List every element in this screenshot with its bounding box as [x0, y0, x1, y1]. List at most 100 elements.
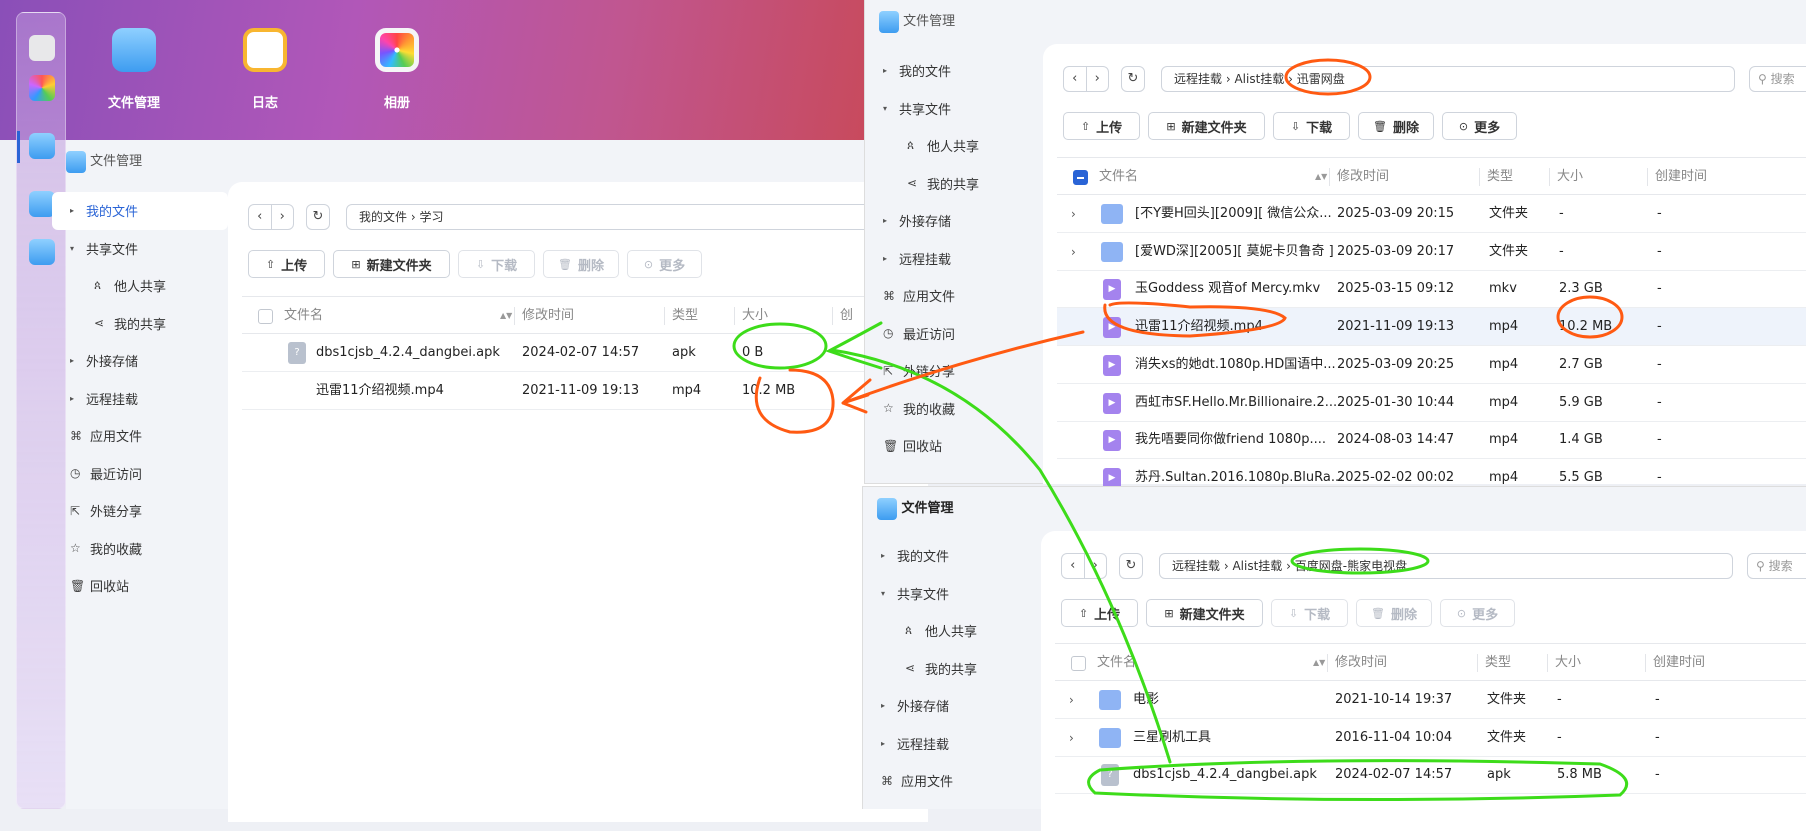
file-name[interactable]: 西虹市SF.Hello.Mr.Billionaire.2... [1135, 384, 1337, 422]
breadcrumb-item[interactable]: Alist挂载 [1234, 72, 1284, 86]
table-row[interactable]: ▶ 我先唔要同你做friend 1080p.... 2024-08-03 14:47… [1057, 421, 1806, 460]
column-modified[interactable]: 修改时间 [522, 297, 574, 335]
table-row[interactable]: ▶ 玉Goddess 观音of Mercy.mkv 2025-03-15 09:12… [1057, 270, 1806, 309]
breadcrumb-item[interactable]: 百度网盘-熊家电视盘 [1295, 559, 1407, 573]
download-button[interactable]: ⇩ 下载 [1273, 112, 1350, 140]
file-name[interactable]: 迅雷11介绍视频.mp4 [316, 372, 444, 410]
column-type[interactable]: 类型 [1487, 158, 1513, 196]
file-name[interactable]: 电影 [1133, 681, 1159, 719]
launcher-icon[interactable] [29, 75, 55, 101]
sidebar-item-shared[interactable]: ▾ 共享文件 [52, 230, 228, 268]
breadcrumb[interactable]: 远程挂载 › Alist挂载 › 迅雷网盘 [1161, 66, 1735, 92]
column-size[interactable]: 大小 [1557, 158, 1583, 196]
column-type[interactable]: 类型 [672, 297, 698, 335]
sidebar-item-others-shared[interactable]: ጰ 他人共享 [863, 612, 1033, 650]
expand-chevron-icon[interactable]: › [1069, 681, 1074, 719]
column-size[interactable]: 大小 [742, 297, 768, 335]
breadcrumb[interactable]: 远程挂载 › Alist挂载 › 百度网盘-熊家电视盘 [1159, 553, 1733, 579]
sidebar-item-my-shares[interactable]: ⋖ 我的共享 [865, 165, 1035, 203]
column-type[interactable]: 类型 [1485, 644, 1511, 682]
sidebar-item-external[interactable]: ▸ 外接存储 [863, 687, 1033, 725]
upload-button[interactable]: ⇧ 上传 [248, 250, 325, 278]
table-row[interactable]: › [不Y要H回头][2009][ 微信公众... 2025-03-09 20:15… [1057, 195, 1806, 233]
table-row[interactable]: ▶ 迅雷11介绍视频.mp4 2021-11-09 19:13 mp4 10.2 MB - [1057, 308, 1806, 347]
table-row[interactable]: ? dbs1cjsb_4.2.4_dangbei.apk 2024-02-07 … [242, 334, 928, 372]
sidebar-item-remote[interactable]: ▸ 远程挂载 [865, 240, 1035, 278]
sidebar-item-my-files[interactable]: ▸ 我的文件 [863, 537, 1033, 575]
sidebar-item-app-files[interactable]: ⌘ 应用文件 [863, 762, 1033, 800]
sidebar-item-shared[interactable]: ▾ 共享文件 [863, 575, 1033, 613]
upload-button[interactable]: ⇧ 上传 [1063, 112, 1140, 140]
refresh-button[interactable]: ↻ [1119, 553, 1143, 579]
breadcrumb-item[interactable]: 迅雷网盘 [1297, 72, 1345, 86]
sidebar-item-recent[interactable]: ◷ 最近访问 [52, 455, 228, 493]
back-button[interactable]: ‹ [1064, 67, 1086, 91]
sidebar-item-my-shares[interactable]: ⋖ 我的共享 [52, 305, 228, 343]
forward-button[interactable]: › [270, 205, 294, 229]
breadcrumb-item[interactable]: 我的文件 [359, 210, 407, 224]
sidebar-item-remote[interactable]: ▸ 远程挂载 [52, 380, 228, 418]
download-button[interactable]: ⇩ 下载 [1271, 599, 1348, 627]
more-button[interactable]: ⊙ 更多 [1442, 112, 1517, 140]
back-button[interactable]: ‹ [249, 205, 271, 229]
sort-icon[interactable]: ▲▼ [1315, 158, 1327, 196]
select-all-checkbox[interactable] [258, 309, 273, 324]
sidebar-item-others-shared[interactable]: ጰ 他人共享 [52, 267, 228, 305]
sidebar-item-external[interactable]: ▸ 外接存储 [52, 342, 228, 380]
app-label[interactable]: 文件管理 [89, 92, 179, 111]
sidebar-item-favorites[interactable]: ☆ 我的收藏 [52, 530, 228, 568]
new-folder-button[interactable]: ⊞ 新建文件夹 [333, 250, 450, 278]
sidebar-item-remote[interactable]: ▸ 远程挂载 [863, 725, 1033, 763]
breadcrumb-item[interactable]: 学习 [419, 210, 443, 224]
new-folder-button[interactable]: ⊞ 新建文件夹 [1146, 599, 1263, 627]
file-name[interactable]: dbs1cjsb_4.2.4_dangbei.apk [1133, 756, 1317, 794]
more-button[interactable]: ⊙ 更多 [627, 250, 702, 278]
delete-button[interactable]: 🗑 删除 [543, 250, 619, 278]
more-button[interactable]: ⊙ 更多 [1440, 599, 1515, 627]
sidebar-item-shared[interactable]: ▾ 共享文件 [865, 90, 1035, 128]
sidebar-item-others-shared[interactable]: ጰ 他人共享 [865, 127, 1035, 165]
sort-icon[interactable]: ▲▼ [500, 297, 512, 335]
notes-icon[interactable] [243, 28, 287, 72]
table-row[interactable]: › 三星刷机工具 2016-11-04 10:04 文件夹 - - [1055, 719, 1806, 757]
file-name[interactable]: 迅雷11介绍视频.mp4 [1135, 308, 1263, 346]
sort-icon[interactable]: ▲▼ [1313, 644, 1325, 682]
refresh-button[interactable]: ↻ [306, 204, 330, 230]
search-input[interactable]: ⚲ 搜索 [1749, 66, 1806, 92]
table-row[interactable]: ▶ 西虹市SF.Hello.Mr.Billionaire.2... 2025-01-… [1057, 384, 1806, 422]
file-name[interactable]: dbs1cjsb_4.2.4_dangbei.apk [316, 334, 500, 372]
file-manager-task-icon[interactable] [29, 133, 55, 159]
table-row[interactable]: ▶ 消失xs的她dt.1080p.HD国语中... 2025-03-09 20:25… [1057, 346, 1806, 384]
breadcrumb-item[interactable]: 远程挂载 [1174, 72, 1222, 86]
download-button[interactable]: ⇩ 下载 [458, 250, 535, 278]
column-size[interactable]: 大小 [1555, 644, 1581, 682]
forward-button[interactable]: › [1085, 67, 1109, 91]
app-label[interactable]: 日志 [220, 92, 310, 111]
expand-chevron-icon[interactable]: › [1071, 233, 1076, 271]
column-modified[interactable]: 修改时间 [1337, 158, 1389, 196]
breadcrumb[interactable]: 我的文件 › 学习 [346, 204, 946, 230]
file-name[interactable]: [不Y要H回头][2009][ 微信公众... [1135, 195, 1332, 233]
breadcrumb-item[interactable]: Alist挂载 [1232, 559, 1282, 573]
sidebar-item-my-files[interactable]: ▸ 我的文件 [52, 192, 228, 230]
sidebar-item-app-files[interactable]: ⌘ 应用文件 [52, 417, 228, 455]
table-row[interactable]: › 电影 2021-10-14 19:37 文件夹 - - [1055, 681, 1806, 719]
select-all-checkbox[interactable] [1073, 170, 1088, 185]
upload-button[interactable]: ⇧ 上传 [1061, 599, 1138, 627]
sidebar-item-external[interactable]: ▸ 外接存储 [865, 202, 1035, 240]
column-created[interactable]: 创建时间 [1655, 158, 1707, 196]
breadcrumb-item[interactable]: 远程挂载 [1172, 559, 1220, 573]
refresh-button[interactable]: ↻ [1121, 66, 1145, 92]
sidebar-item-favorites[interactable]: ☆ 我的收藏 [865, 390, 1035, 428]
file-name[interactable]: [爱WD深][2005][ 莫妮卡贝鲁奇 ] [1135, 233, 1334, 271]
new-folder-button[interactable]: ⊞ 新建文件夹 [1148, 112, 1265, 140]
delete-button[interactable]: 🗑 删除 [1356, 599, 1432, 627]
file-name[interactable]: 我先唔要同你做friend 1080p.... [1135, 421, 1326, 459]
app-label[interactable]: 相册 [352, 92, 442, 111]
select-all-checkbox[interactable] [1071, 656, 1086, 671]
folder-icon[interactable] [112, 28, 156, 72]
delete-button[interactable]: 🗑 删除 [1358, 112, 1434, 140]
sidebar-item-link-share[interactable]: ⇱ 外链分享 [865, 352, 1035, 390]
table-row[interactable]: › [爱WD深][2005][ 莫妮卡贝鲁奇 ] 2025-03-09 20:17 文… [1057, 233, 1806, 271]
sidebar-item-recent[interactable]: ◷ 最近访问 [865, 315, 1035, 353]
